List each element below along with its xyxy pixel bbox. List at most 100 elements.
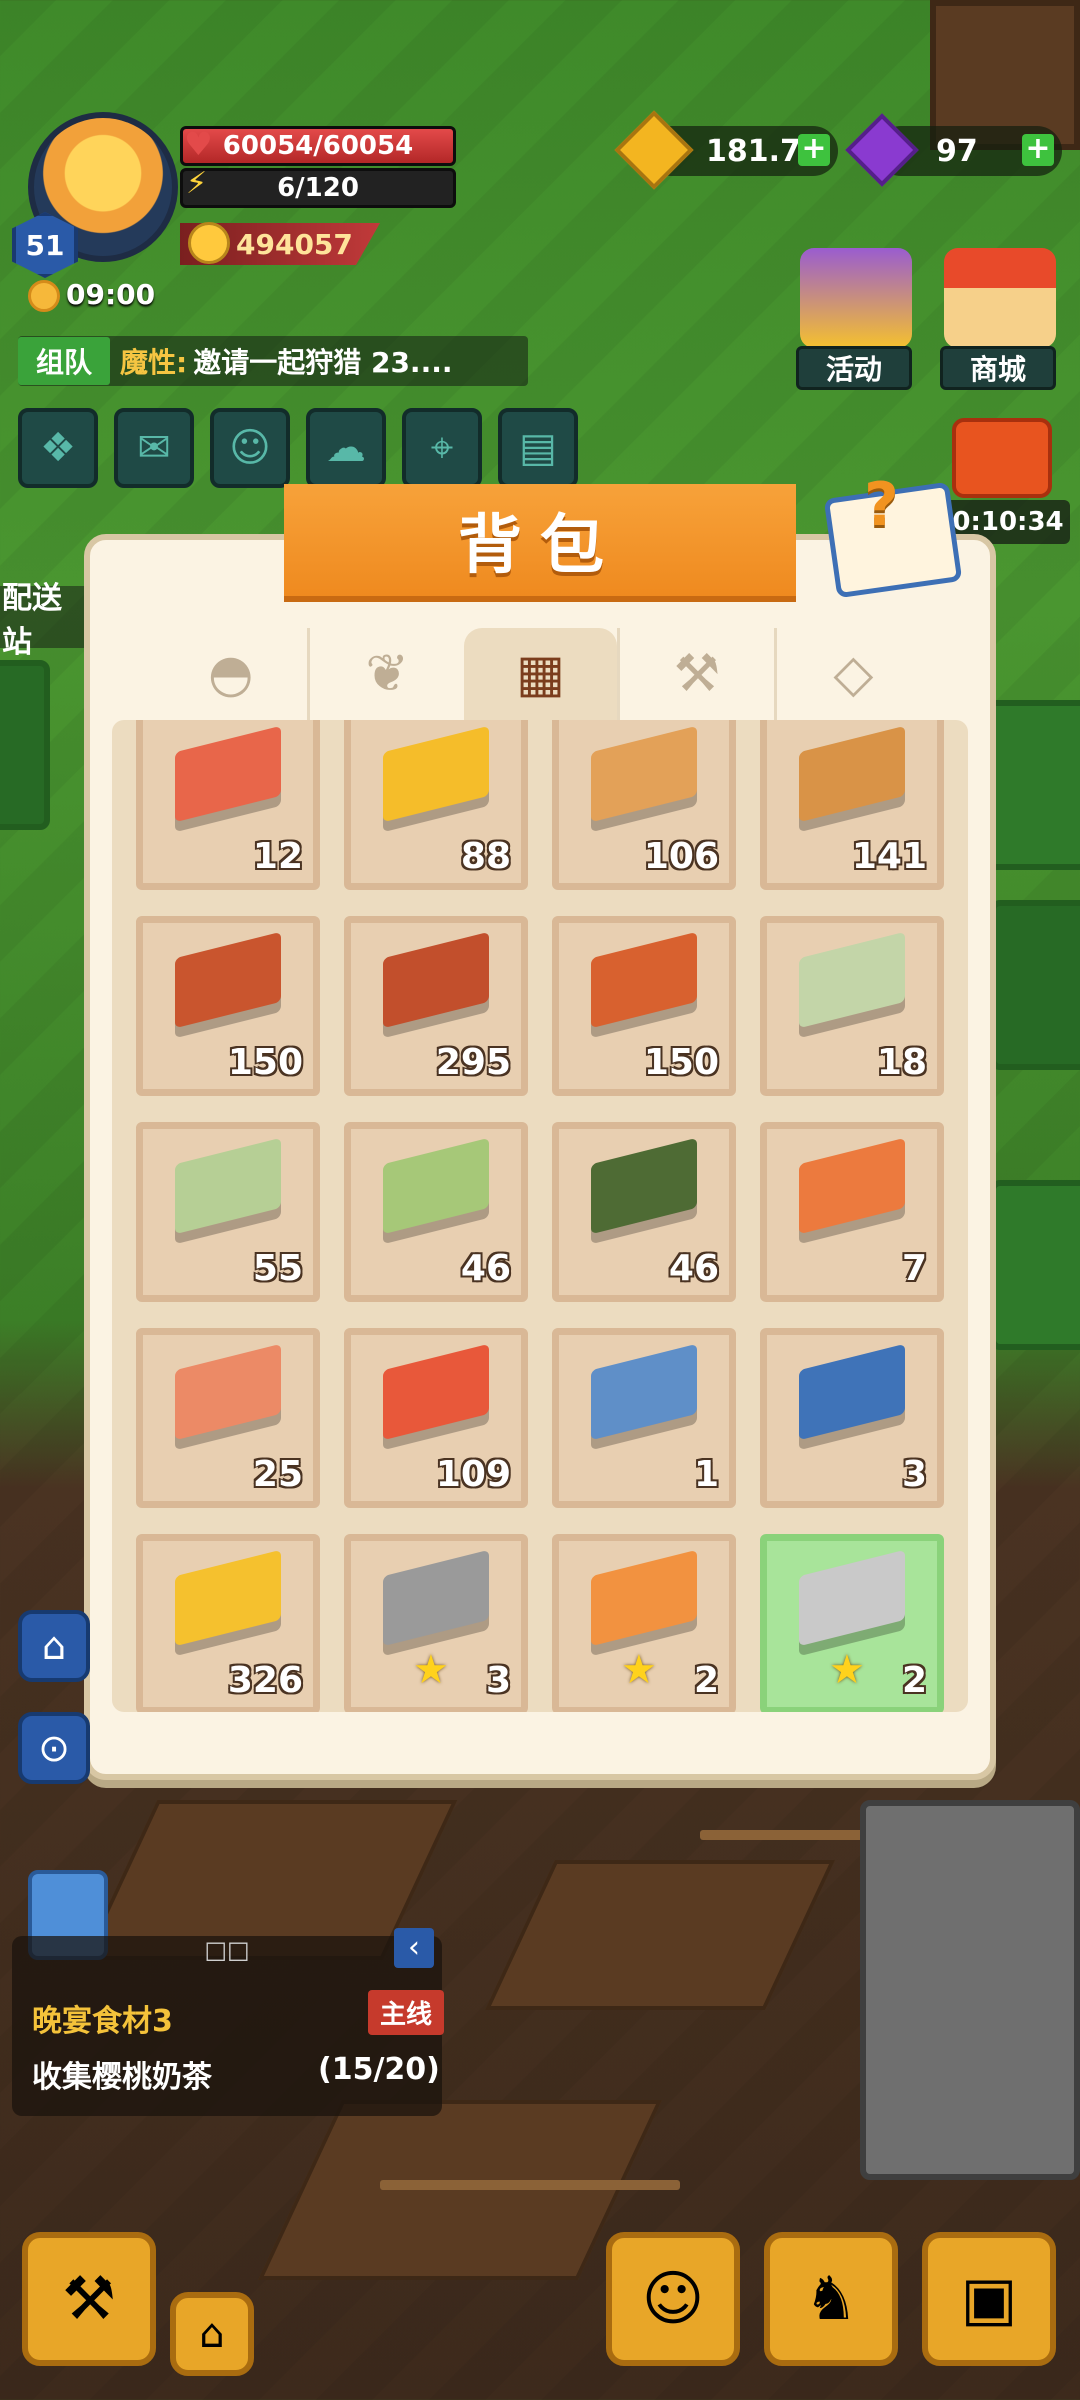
location-pin-icon[interactable]: ⊙ — [18, 1712, 90, 1784]
item-count: 150 — [227, 1042, 303, 1083]
framed-board-icon — [591, 931, 697, 1029]
inventory-slot[interactable]: 46 — [552, 1122, 736, 1302]
quest-description: 收集樱桃奶茶 — [32, 2060, 212, 2095]
tab-materials[interactable]: ▦ — [463, 628, 618, 720]
sun-icon — [28, 280, 60, 312]
item-count: 326 — [227, 1660, 303, 1701]
shop-store-icon[interactable] — [944, 248, 1056, 348]
collapse-quest-button[interactable]: ‹ — [394, 1928, 434, 1968]
gold-plate-icon — [175, 1549, 281, 1647]
wood-plank-icon — [591, 725, 697, 823]
tree — [0, 660, 50, 830]
build-hammer-button[interactable]: ⚒ — [22, 2232, 156, 2366]
fence — [380, 2180, 680, 2190]
item-count: 12 — [252, 836, 303, 877]
wheat-icon: ❦ — [365, 644, 409, 704]
inventory-slot[interactable]: 88 — [344, 720, 528, 890]
tab-food[interactable]: ◓ — [154, 628, 307, 720]
tree — [990, 1180, 1080, 1350]
map-icon[interactable]: ⌖ — [402, 408, 482, 488]
star-icon: ★ — [621, 1647, 657, 1693]
item-count: 295 — [435, 1042, 511, 1083]
game-clock: 09:00 — [66, 278, 156, 311]
inventory-slot[interactable]: 7 — [760, 1122, 944, 1302]
backpack-button[interactable]: ▣ — [922, 2232, 1056, 2366]
inventory-slot[interactable]: 295 — [344, 916, 528, 1096]
chat-icon[interactable]: ☁ — [306, 408, 386, 488]
item-count: 25 — [252, 1454, 303, 1495]
inventory-slot[interactable]: 55 — [136, 1122, 320, 1302]
double-red-beam-icon — [383, 931, 489, 1029]
item-count: 88 — [460, 836, 511, 877]
stone-building — [860, 1800, 1080, 2180]
bowl-icon: ◓ — [208, 644, 254, 704]
inventory-slot[interactable]: 3 — [760, 1328, 944, 1508]
copper-plate-icon — [175, 1343, 281, 1441]
tab-gems[interactable]: ◇ — [773, 628, 930, 720]
item-count: 18 — [876, 1042, 927, 1083]
item-count: 106 — [643, 836, 719, 877]
item-count: 55 — [252, 1248, 303, 1289]
power-coin-icon — [188, 222, 230, 264]
inventory-slot[interactable]: 18 — [760, 916, 944, 1096]
gift-box-icon[interactable] — [952, 418, 1052, 498]
item-count: 2 — [693, 1660, 719, 1701]
inventory-slot[interactable]: 12 — [136, 720, 320, 890]
inventory-slot[interactable]: 150 — [136, 916, 320, 1096]
green-stone-slab-icon — [383, 1137, 489, 1235]
home-icon[interactable]: ⌂ — [18, 1610, 90, 1682]
tree — [990, 900, 1080, 1070]
add-gems-button[interactable]: + — [1022, 134, 1054, 166]
bricks-icon: ▦ — [515, 644, 566, 704]
item-count: 3 — [901, 1454, 927, 1495]
heart-icon: ♥ — [184, 125, 213, 163]
copper-pipe-icon — [383, 1343, 489, 1441]
shop-button[interactable]: 商城 — [940, 346, 1056, 390]
inventory-slot[interactable]: ★ 3 — [344, 1534, 528, 1712]
team-message: 邀请一起狩猎 23.... — [193, 346, 453, 379]
blue-plate-icon — [591, 1343, 697, 1441]
star-icon: ★ — [413, 1647, 449, 1693]
quest-title: 晚宴食材3 — [32, 2004, 173, 2039]
quest-header: □□ — [204, 1936, 250, 1964]
copper-ingot-icon — [175, 725, 281, 823]
event-button[interactable]: 活动 — [796, 346, 912, 390]
tab-tools[interactable]: ⚒ — [617, 628, 773, 720]
mail-icon[interactable]: ✉ — [114, 408, 194, 488]
id-card-icon[interactable]: ▤ — [498, 408, 578, 488]
inventory-slot[interactable]: 106 — [552, 720, 736, 890]
inventory-slot[interactable]: ★ 2 — [552, 1534, 736, 1712]
inventory-grid: 12 88 106 141 150 295 150 18 55 46 46 7 25 109 1 3 326 ★ 3… — [112, 720, 968, 1712]
add-gold-button[interactable]: + — [798, 134, 830, 166]
inventory-slot[interactable]: ★ 2 — [760, 1534, 944, 1712]
inventory-slot[interactable]: 46 — [344, 1122, 528, 1302]
event-chest-icon[interactable] — [800, 248, 912, 348]
pets-button[interactable]: ♞ — [764, 2232, 898, 2366]
friends-icon[interactable]: ☺ — [210, 408, 290, 488]
item-count: 2 — [901, 1660, 927, 1701]
item-count: 46 — [460, 1248, 511, 1289]
team-tag: 组队 — [18, 337, 111, 385]
tools-icon: ⚒ — [673, 644, 721, 704]
inventory-slot[interactable]: 109 — [344, 1328, 528, 1508]
dark-green-slab-icon — [591, 1137, 697, 1235]
grid-menu-icon[interactable]: ❖ — [18, 408, 98, 488]
silver-fish-icon — [799, 1549, 905, 1647]
house-upgrade-button[interactable]: ⌂ — [170, 2292, 254, 2376]
tab-crops[interactable]: ❦ — [307, 628, 463, 720]
delivery-station-label[interactable]: 配送站 — [0, 581, 90, 660]
red-wood-beam-icon — [175, 931, 281, 1029]
item-count: 109 — [435, 1454, 511, 1495]
quest-type-badge: 主线 — [368, 1990, 445, 2035]
inventory-slot[interactable]: 150 — [552, 916, 736, 1096]
inventory-slot[interactable]: 1 — [552, 1328, 736, 1508]
inventory-slot[interactable]: 25 — [136, 1328, 320, 1508]
hero-button[interactable]: ☺ — [606, 2232, 740, 2366]
inventory-slot[interactable]: 326 — [136, 1534, 320, 1712]
lightning-icon: ⚡ — [186, 166, 208, 201]
inventory-slot[interactable]: 141 — [760, 720, 944, 890]
team-chat-bar[interactable]: 组队 魔性: 邀请一起狩猎 23.... — [18, 336, 528, 386]
item-count: 46 — [668, 1248, 719, 1289]
clownfish-icon — [591, 1549, 697, 1647]
help-question-mark: ? — [864, 470, 899, 540]
